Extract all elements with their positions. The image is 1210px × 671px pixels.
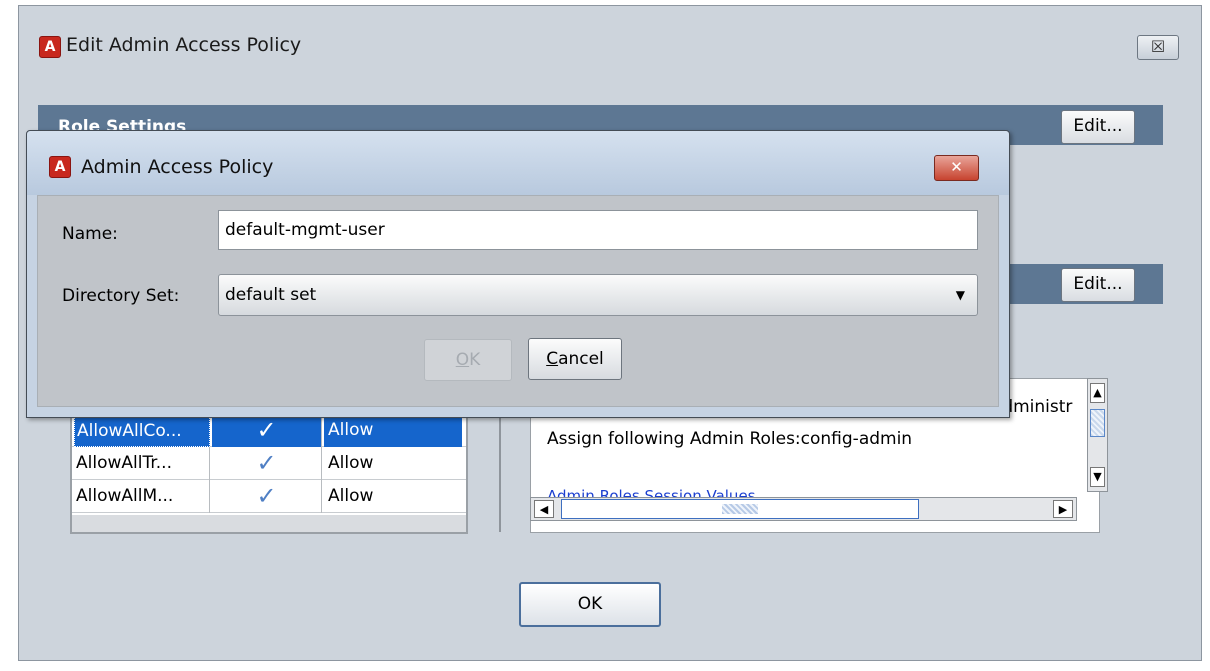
- rule-enabled-cell: ✓: [212, 414, 322, 447]
- rule-action-cell: Allow: [324, 414, 462, 447]
- scroll-grip: [722, 504, 758, 514]
- directory-set-value: default set: [225, 285, 317, 305]
- checkmark-icon: ✓: [256, 416, 277, 444]
- scroll-down-arrow-icon[interactable]: ▼: [1090, 467, 1105, 487]
- ok-label-rest: K: [469, 350, 481, 370]
- name-input[interactable]: default-mgmt-user: [218, 210, 978, 250]
- rule-enabled-cell: ✓: [212, 447, 322, 480]
- dialog-body: Name: default-mgmt-user Directory Set: d…: [37, 195, 999, 407]
- table-row[interactable]: AllowAllM... ✓ Allow: [72, 480, 466, 513]
- checkmark-icon: ✓: [256, 482, 277, 510]
- table-row[interactable]: AllowAllCo... ✓ Allow: [72, 414, 466, 447]
- chevron-down-icon: ▼: [955, 288, 965, 302]
- dialog-cancel-button[interactable]: Cancel: [528, 338, 622, 380]
- description-line: Assign following Admin Roles:config-admi…: [547, 429, 913, 449]
- checkmark-icon: ✓: [256, 449, 277, 477]
- rule-name-cell: AllowAllTr...: [74, 447, 210, 480]
- table-row[interactable]: AllowAllTr... ✓ Allow: [72, 447, 466, 480]
- outer-titlebar: A Edit Admin Access Policy ☒: [19, 6, 1201, 83]
- outer-ok-button[interactable]: OK: [519, 582, 661, 627]
- rule-name-cell: AllowAllCo...: [74, 414, 210, 447]
- vertical-scroll-thumb[interactable]: [1090, 409, 1105, 437]
- scroll-up-arrow-icon[interactable]: ▲: [1090, 383, 1105, 403]
- dialog-titlebar: A Admin Access Policy ✕: [27, 131, 1009, 195]
- rules-table-empty-area: [72, 515, 466, 532]
- horizontal-scroll-thumb[interactable]: [561, 499, 919, 519]
- split-divider[interactable]: [499, 400, 501, 532]
- admin-access-policy-dialog: A Admin Access Policy ✕ Name: default-mg…: [26, 130, 1010, 418]
- cancel-label-rest: ancel: [558, 349, 604, 369]
- app-logo-icon: A: [39, 36, 61, 58]
- dialog-ok-button[interactable]: OK: [424, 339, 512, 381]
- cancel-mnemonic: C: [546, 349, 559, 369]
- rule-name-cell: AllowAllM...: [74, 480, 210, 513]
- rules-table[interactable]: AllowAllCo... ✓ Allow AllowAllTr... ✓ Al…: [70, 412, 468, 534]
- name-label: Name:: [62, 224, 118, 244]
- rule-action-cell: Allow: [328, 486, 374, 506]
- app-logo-icon: A: [49, 156, 71, 178]
- scroll-left-arrow-icon[interactable]: ◀: [534, 500, 554, 518]
- outer-close-button[interactable]: ☒: [1137, 35, 1179, 60]
- dialog-close-button[interactable]: ✕: [934, 155, 979, 181]
- role-settings-edit-button[interactable]: Edit...: [1061, 110, 1135, 144]
- scroll-right-arrow-icon[interactable]: ▶: [1053, 500, 1073, 518]
- dialog-title: Admin Access Policy: [81, 156, 274, 178]
- rule-enabled-cell: ✓: [212, 480, 322, 513]
- ok-mnemonic: O: [455, 350, 470, 370]
- directory-set-select[interactable]: default set ▼: [218, 274, 978, 316]
- rules-edit-button[interactable]: Edit...: [1061, 268, 1135, 302]
- outer-window-title: Edit Admin Access Policy: [66, 34, 302, 56]
- horizontal-scrollbar[interactable]: ◀ ▶: [530, 497, 1077, 521]
- directory-set-label: Directory Set:: [62, 286, 180, 306]
- vertical-scrollbar[interactable]: ▲ ▼: [1087, 378, 1108, 492]
- rule-action-cell: Allow: [328, 453, 374, 473]
